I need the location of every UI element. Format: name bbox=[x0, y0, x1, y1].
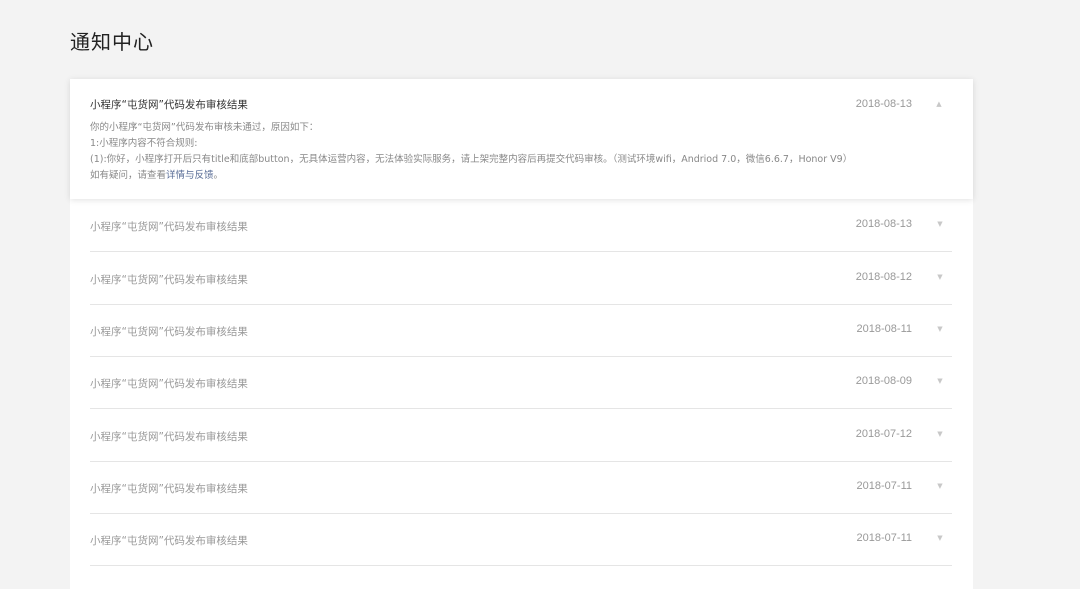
chevron-up-icon[interactable]: ▲ bbox=[935, 100, 943, 108]
footer-suffix: 。 bbox=[213, 170, 224, 181]
notification-body: 你的小程序“屯货网”代码发布审核未通过，原因如下： 1:小程序内容不符合规则: … bbox=[90, 120, 953, 184]
notification-footer: 如有疑问，请查看详情与反馈。 bbox=[90, 168, 953, 184]
notification-date: 2018-07-11 bbox=[856, 480, 912, 492]
notification-item[interactable]: 小程序“屯货网”代码发布审核结果 2018-07-11 ▼ bbox=[90, 513, 952, 566]
notification-item[interactable]: 小程序“屯货网”代码发布审核结果 2018-08-12 ▼ bbox=[90, 252, 952, 305]
notification-date: 2018-08-13 bbox=[855, 98, 912, 110]
notification-title: 小程序“屯货网”代码发布审核结果 bbox=[90, 326, 248, 338]
notification-title: 小程序“屯货网”代码发布审核结果 bbox=[90, 483, 248, 495]
detail-feedback-link[interactable]: 详情与反馈 bbox=[166, 170, 214, 181]
notification-date: 2018-08-09 bbox=[855, 375, 912, 387]
notification-body-line: (1):你好，小程序打开后只有title和底部button，无具体运营内容，无法… bbox=[90, 154, 853, 165]
chevron-down-icon[interactable]: ▼ bbox=[936, 325, 944, 333]
notification-title: 小程序“屯货网”代码发布审核结果 bbox=[90, 535, 248, 547]
notification-date: 2018-07-12 bbox=[855, 428, 912, 440]
chevron-down-icon[interactable]: ▼ bbox=[936, 430, 944, 438]
notification-title: 小程序“屯货网”代码发布审核结果 bbox=[90, 99, 248, 111]
notification-item[interactable]: 小程序“屯货网”代码发布审核结果 2018-08-13 ▼ bbox=[90, 199, 952, 252]
notification-item[interactable]: 小程序“屯货网”代码发布审核结果 2018-08-11 ▼ bbox=[90, 304, 952, 357]
chevron-down-icon[interactable]: ▼ bbox=[936, 220, 944, 228]
footer-prefix: 如有疑问，请查看 bbox=[90, 170, 167, 181]
notification-date: 2018-08-13 bbox=[855, 218, 912, 230]
notification-date: 2018-07-11 bbox=[856, 532, 912, 544]
chevron-down-icon[interactable]: ▼ bbox=[936, 534, 944, 542]
notification-item[interactable]: 小程序“屯货网”代码发布审核结果 2018-07-12 ▼ bbox=[90, 409, 952, 462]
notification-body-line: 你的小程序“屯货网”代码发布审核未通过，原因如下： bbox=[90, 122, 319, 133]
notification-item-expanded[interactable]: 小程序“屯货网”代码发布审核结果 2018-08-13 ▲ 你的小程序“屯货网”… bbox=[70, 79, 973, 199]
notification-item[interactable]: 小程序“屯货网”代码发布审核结果 2018-08-09 ▼ bbox=[90, 356, 952, 409]
notification-item[interactable]: 小程序“屯货网”代码发布审核结果 2018-07-11 ▼ bbox=[90, 461, 952, 514]
chevron-down-icon[interactable]: ▼ bbox=[936, 377, 944, 385]
notification-title: 小程序“屯货网”代码发布审核结果 bbox=[90, 431, 248, 443]
notification-list: 小程序“屯货网”代码发布审核结果 2018-08-13 ▲ 你的小程序“屯货网”… bbox=[70, 79, 973, 589]
notification-date: 2018-08-12 bbox=[855, 271, 912, 283]
notification-body-line: 1:小程序内容不符合规则: bbox=[90, 138, 198, 149]
notification-title: 小程序“屯货网”代码发布审核结果 bbox=[90, 221, 248, 233]
notification-date: 2018-08-11 bbox=[856, 323, 912, 335]
page-title: 通知中心 bbox=[70, 30, 154, 54]
notification-title: 小程序“屯货网”代码发布审核结果 bbox=[90, 378, 248, 390]
notification-title: 小程序“屯货网”代码发布审核结果 bbox=[90, 274, 248, 286]
chevron-down-icon[interactable]: ▼ bbox=[936, 482, 944, 490]
chevron-down-icon[interactable]: ▼ bbox=[936, 273, 944, 281]
